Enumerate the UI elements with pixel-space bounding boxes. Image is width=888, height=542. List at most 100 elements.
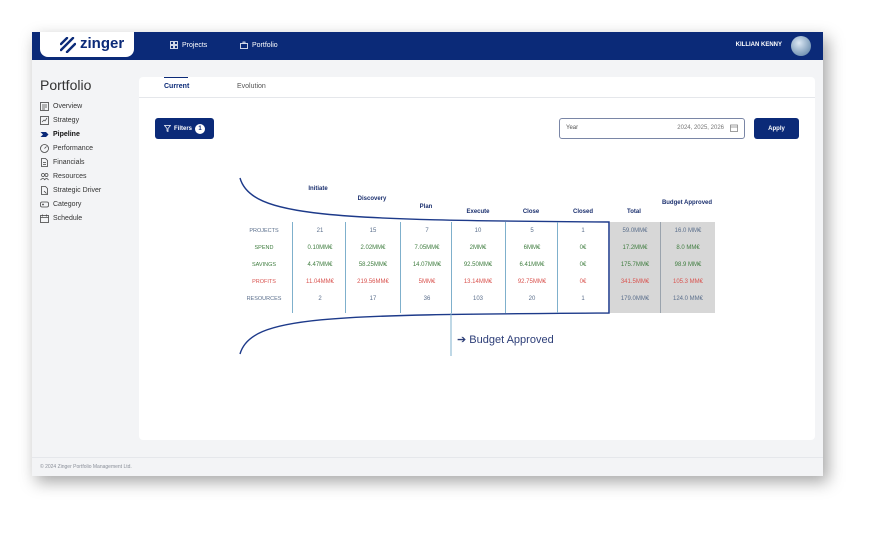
table-cell: 36 [423, 296, 431, 302]
sidebar-item-overview[interactable]: Overview [40, 99, 101, 113]
budget-approved-cell: 16.0 MM€ [674, 228, 702, 234]
pipeline-card: Current Evolution Filters 1 Year 2024, 2… [139, 77, 815, 440]
sidebar-item-pipeline[interactable]: Pipeline [40, 127, 101, 141]
page-title: Portfolio [40, 77, 92, 93]
budget-approved-marker: ➔ Budget Approved [457, 334, 554, 346]
app-window: zinger Projects Portfolio KILLIAN KENNY … [32, 32, 823, 476]
table-cell: 11.04MM€ [306, 279, 334, 285]
sidebar-item-resources[interactable]: Resources [40, 169, 101, 183]
table-cell: 2.02MM€ [360, 245, 386, 251]
nav-projects[interactable]: Projects [170, 41, 207, 49]
nav-projects-label: Projects [182, 41, 208, 49]
table-cell: 92.50MM€ [463, 262, 493, 268]
total-cell: 341.5MM€ [620, 279, 650, 285]
footer-copyright: © 2024 Zinger Portfolio Management Ltd. [40, 464, 132, 470]
sidebar-item-label: Pipeline [53, 130, 80, 138]
table-cell: 21 [316, 228, 324, 234]
budget-approved-marker-text: Budget Approved [469, 334, 554, 346]
table-cell: 4.47MM€ [307, 262, 333, 268]
sidebar-item-label: Financials [53, 158, 85, 166]
table-cell: 10 [474, 228, 482, 234]
tag-icon [40, 201, 49, 207]
sidebar-item-label: Overview [53, 102, 83, 110]
sidebar-item-strategic-driver[interactable]: Strategic Driver [40, 183, 101, 197]
strategy-icon [40, 115, 49, 125]
calendar-icon [40, 214, 49, 223]
row-label: RESOURCES [246, 296, 282, 302]
table-cell: 219.56MM€ [357, 279, 389, 285]
total-cell: 59.0MM€ [622, 228, 648, 234]
table-cell: 14.07MM€ [412, 262, 442, 268]
table-cell: 0€ [579, 279, 587, 285]
budget-approved-cell: 105.3 MM€ [672, 279, 703, 285]
zinger-logo-icon [60, 37, 76, 53]
stage-header-plan: Plan [419, 204, 433, 210]
stage-header-discovery: Discovery [357, 196, 387, 202]
total-header: Total [627, 209, 641, 215]
table-cell: 1 [581, 228, 585, 234]
table-cell: 1 [581, 296, 585, 302]
table-cell: 0.10MM€ [307, 245, 333, 251]
sidebar-item-label: Strategic Driver [53, 186, 102, 194]
stage-header-closed: Closed [572, 209, 593, 215]
driver-icon [41, 185, 48, 195]
sidebar-item-schedule[interactable]: Schedule [40, 211, 101, 225]
sidebar-item-financials[interactable]: Financials [40, 155, 101, 169]
table-cell: 17 [369, 296, 377, 302]
table-cell: 0€ [579, 262, 587, 268]
budget-approved-cell: 8.0 MM€ [676, 245, 700, 251]
column-divider [292, 222, 293, 313]
table-cell: 20 [528, 296, 536, 302]
row-label: PROJECTS [249, 228, 279, 234]
gauge-icon [40, 143, 49, 153]
document-icon [41, 157, 48, 167]
sidebar-item-label: Strategy [53, 116, 80, 124]
budget-approved-cell: 98.9 MM€ [674, 262, 702, 268]
table-cell: 7.05MM€ [414, 245, 440, 251]
table-cell: 2MM€ [469, 245, 487, 251]
stage-header-close: Close [522, 209, 540, 215]
top-navigation-bar: zinger Projects Portfolio KILLIAN KENNY [32, 32, 823, 60]
logo-text: zinger [80, 35, 125, 52]
table-cell: 0€ [579, 245, 587, 251]
total-cell: 175.7MM€ [620, 262, 650, 268]
table-cell: 5 [530, 228, 534, 234]
pipeline-icon [40, 131, 49, 137]
row-label: SAVINGS [251, 262, 277, 268]
nav-portfolio[interactable]: Portfolio [240, 41, 278, 49]
nav-portfolio-label: Portfolio [252, 41, 278, 49]
total-cell: 179.0MM€ [620, 296, 650, 302]
user-name[interactable]: KILLIAN KENNY [736, 42, 782, 48]
stage-header-execute: Execute [466, 209, 490, 215]
table-cell: 7 [425, 228, 429, 234]
overview-icon [40, 101, 49, 111]
table-cell: 15 [369, 228, 377, 234]
table-cell: 6MM€ [523, 245, 541, 251]
sidebar: Overview Strategy Pipeline Performance F… [40, 99, 101, 225]
sidebar-item-label: Performance [53, 144, 94, 152]
row-label: PROFITS [252, 279, 276, 285]
sidebar-item-strategy[interactable]: Strategy [40, 113, 101, 127]
table-cell: 2 [318, 296, 322, 302]
budget-approved-cell: 124.0 MM€ [672, 296, 703, 302]
table-cell: 5MM€ [418, 279, 436, 285]
sidebar-item-label: Resources [53, 172, 87, 180]
total-cell: 17.2MM€ [622, 245, 648, 251]
sidebar-item-performance[interactable]: Performance [40, 141, 101, 155]
table-cell: 92.75MM€ [517, 279, 547, 285]
grid-icon [170, 41, 178, 49]
table-cell: 6.41MM€ [519, 262, 545, 268]
avatar[interactable] [791, 36, 811, 56]
sidebar-item-category[interactable]: Category [40, 197, 101, 211]
budget-approved-header: Budget Approved [661, 200, 713, 206]
footer: © 2024 Zinger Portfolio Management Ltd. [32, 457, 823, 476]
row-label: SPEND [254, 245, 274, 251]
stage-header-initiate: Initiate [308, 186, 328, 192]
table-cell: 103 [472, 296, 483, 302]
briefcase-icon [240, 41, 248, 49]
logo[interactable]: zinger [40, 32, 134, 57]
table-cell: 13.14MM€ [463, 279, 493, 285]
sidebar-item-label: Schedule [53, 214, 83, 222]
people-icon [40, 172, 49, 180]
sidebar-item-label: Category [53, 200, 82, 208]
